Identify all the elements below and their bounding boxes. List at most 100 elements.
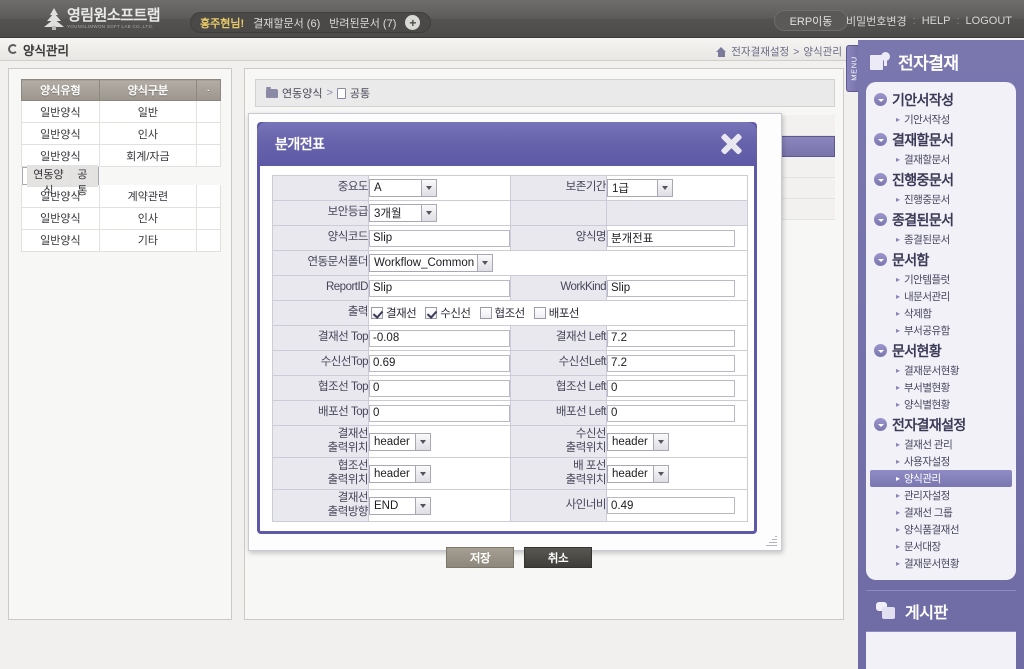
cell-form-type: 일반양식 (21, 144, 100, 167)
sidebar-item-기안서작성[interactable]: ▸ 기안서작성 (870, 111, 1012, 128)
logout-link[interactable]: LOGOUT (966, 15, 1012, 27)
close-icon[interactable] (717, 131, 745, 157)
sidebar-group-문서현황[interactable]: 문서현황 (866, 339, 1016, 362)
table-row[interactable]: 일반양식 회계/자금 (21, 144, 221, 167)
nav-approve-documents[interactable]: 결재할문서 (6) (253, 15, 320, 31)
cell-form-type: 일반양식 (21, 100, 100, 123)
table-row[interactable]: 일반양식 인사 (21, 122, 221, 145)
checkbox-checked-icon[interactable] (425, 307, 438, 319)
sidebar-item-기안템플럿[interactable]: ▸ 기안템플럿 (870, 271, 1012, 288)
coop-top-input[interactable]: 0 (369, 379, 510, 397)
sidebar-group-진행중문서[interactable]: 진행중문서 (866, 168, 1016, 191)
breadcrumb-root[interactable]: 전자결재설정 (731, 44, 789, 59)
coop-left-input[interactable]: 0 (607, 379, 735, 397)
sidebar-item-결재선 관리[interactable]: ▸ 결재선 관리 (870, 436, 1012, 453)
sidebar-item-결재문서현황[interactable]: ▸ 결재문서현황 (870, 362, 1012, 379)
security-select[interactable]: 3개월 (369, 204, 437, 222)
sidebar-item-결재선 그룹[interactable]: ▸ 결재선 그룹 (870, 504, 1012, 521)
dialog-title: 분개전표 (275, 136, 325, 152)
label-coop-left: 협조선 Left (510, 375, 607, 401)
table-row[interactable]: 일반양식 인사 (21, 207, 221, 230)
content-breadcrumb-folder[interactable]: 연동양식 (282, 85, 322, 101)
cell-coop-left: 0 (606, 375, 748, 401)
sidebar-group-전자결재설정[interactable]: 전자결재설정 (866, 413, 1016, 436)
sidebar-group-기안서작성[interactable]: 기안서작성 (866, 88, 1016, 111)
checkbox-수신선[interactable]: 수신선 (425, 305, 471, 321)
sidebar-item-양식별현황[interactable]: ▸ 양식별현황 (870, 396, 1012, 413)
checkbox-checked-icon[interactable] (371, 307, 383, 319)
resize-handle[interactable] (765, 535, 777, 547)
password-change-link[interactable]: 비밀번호변경 (846, 13, 907, 29)
sidebar-item-진행중문서[interactable]: ▸ 진행중문서 (870, 191, 1012, 208)
cell-form-type: 일반양식 (21, 229, 100, 252)
sidebar-item-양식관리[interactable]: ▸ 양식관리 (870, 470, 1012, 487)
sidebar-group-종결된문서[interactable]: 종결된문서 (866, 208, 1016, 231)
receive-position-select[interactable]: header (607, 432, 669, 451)
sidebar-item-관리자설정[interactable]: ▸ 관리자설정 (870, 487, 1012, 504)
erp-move-button[interactable]: ERP이동 (774, 10, 848, 31)
dist-top-input[interactable]: 0 (369, 404, 510, 422)
checkbox-협조선[interactable]: 협조선 (479, 305, 525, 321)
label-approve-direction: 결재선 출력방향 (272, 489, 369, 522)
checkbox-unchecked-icon[interactable] (533, 307, 546, 319)
help-link[interactable]: HELP (922, 15, 951, 27)
approve-position-select[interactable]: header (369, 432, 431, 451)
cell-dist-top: 0 (368, 400, 511, 426)
sidebar-item-문서대장[interactable]: ▸ 문서대장 (870, 538, 1012, 555)
sidebar-item-결재할문서[interactable]: ▸ 결재할문서 (870, 151, 1012, 168)
cell-form-type: 일반양식 (21, 185, 100, 208)
sign-width-input[interactable]: 0.49 (607, 497, 735, 514)
approve-direction-select[interactable]: END (369, 496, 431, 515)
bullet-icon: ▸ (896, 473, 901, 483)
sidebar-item-부서별현황[interactable]: ▸ 부서별현황 (870, 379, 1012, 396)
form-name-input[interactable]: 분개전표 (607, 229, 735, 247)
table-row[interactable]: 연동양식 공통 (21, 165, 100, 197)
table-row[interactable]: 일반양식 기타 (21, 229, 221, 252)
bullet-icon: ▸ (896, 234, 901, 244)
work-kind-input[interactable]: Slip (607, 279, 735, 297)
sidebar-item-사용자설정[interactable]: ▸ 사용자설정 (870, 453, 1012, 470)
logo-main-text: 영림원소프트랩 (67, 7, 161, 25)
importance-select[interactable]: A (369, 179, 437, 197)
cell-dist-position: header (606, 457, 748, 490)
add-icon[interactable]: + (405, 15, 421, 30)
company-logo[interactable]: 영림원소프트랩 YOUNGLIMWON SOFT LAB CO.,LTD. (44, 5, 161, 33)
form-code-input[interactable]: Slip (369, 229, 510, 247)
sidebar-item-삭제함[interactable]: ▸ 삭제함 (870, 305, 1012, 322)
dist-left-input[interactable]: 0 (607, 404, 735, 422)
row-approve-direction: 결재선 출력방향 END 사인너비 0.49 (272, 489, 748, 522)
approve-left-input[interactable]: 7.2 (607, 329, 735, 347)
sidebar-item-종결된문서[interactable]: ▸ 종결된문서 (870, 231, 1012, 248)
coop-position-select[interactable]: header (369, 464, 431, 483)
save-button[interactable]: 저장 (446, 547, 514, 568)
home-icon[interactable] (716, 46, 727, 57)
approve-top-input[interactable]: -0.08 (369, 329, 510, 347)
cancel-button[interactable]: 취소 (524, 547, 592, 568)
checkbox-unchecked-icon[interactable] (479, 307, 492, 319)
breadcrumb-separator: > (793, 45, 800, 58)
linked-folder-select[interactable]: Workflow_Common (369, 254, 493, 272)
column-header-form-type[interactable]: 양식유형 (21, 79, 100, 101)
column-header-form-category[interactable]: 양식구분 (98, 79, 198, 101)
receive-left-input[interactable]: 7.2 (607, 354, 735, 372)
cell-linked-folder: Workflow_Common (368, 250, 748, 276)
sidebar-item-부서공유함[interactable]: ▸ 부서공유함 (870, 322, 1012, 339)
sidebar-group-결재할문서[interactable]: 결재할문서 (866, 128, 1016, 151)
sidebar-item-결재문서현황[interactable]: ▸ 결재문서현황 (870, 555, 1012, 572)
sidebar-item-board[interactable]: 게시판 (866, 590, 1016, 632)
receive-top-input[interactable]: 0.69 (369, 354, 510, 372)
sidebar-item-내문서관리[interactable]: ▸ 내문서관리 (870, 288, 1012, 305)
nav-returned-documents[interactable]: 반려된문서 (7) (329, 15, 396, 31)
cell-form-type: 일반양식 (21, 122, 100, 145)
sidebar-group-문서함[interactable]: 문서함 (866, 248, 1016, 271)
sidebar-item-양식품결재선[interactable]: ▸ 양식품결재선 (870, 521, 1012, 538)
checkbox-결재선[interactable]: 결재선 (371, 305, 417, 321)
table-row[interactable]: 일반양식 일반 (21, 100, 221, 123)
bullet-icon: ▸ (896, 558, 901, 568)
column-header-extra[interactable]: · (196, 79, 221, 101)
checkbox-배포선[interactable]: 배포선 (533, 305, 580, 321)
linked-folder-value: Workflow_Common (374, 257, 475, 269)
retention-select[interactable]: 1급 (607, 179, 673, 197)
report-id-input[interactable]: Slip (369, 279, 510, 297)
dist-position-select[interactable]: header (607, 464, 669, 483)
